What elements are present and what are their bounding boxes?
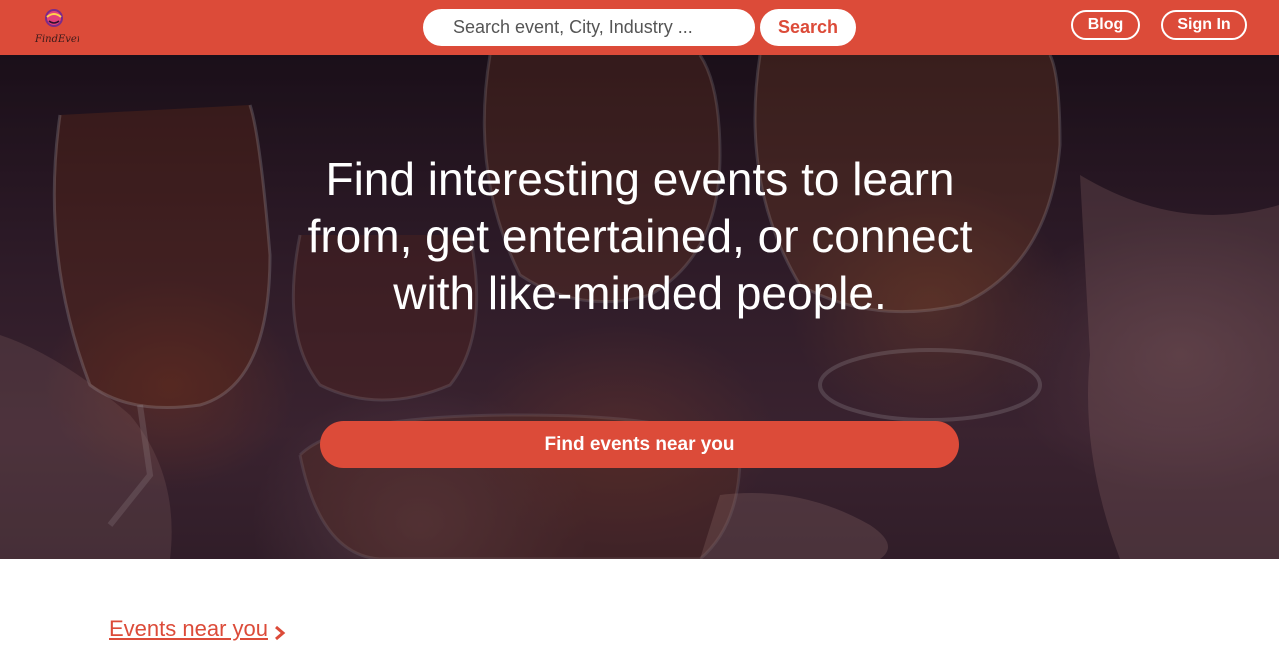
svg-text:FindEvent: FindEvent	[34, 34, 79, 45]
events-near-you-label: Events near you	[109, 616, 268, 641]
top-navigation-bar: FindEvent Search Blog Sign In	[0, 0, 1279, 55]
search-button[interactable]: Search	[760, 9, 856, 46]
sign-in-button[interactable]: Sign In	[1161, 10, 1247, 40]
events-near-you-link[interactable]: Events near you	[109, 616, 286, 642]
blog-link[interactable]: Blog	[1071, 10, 1140, 40]
hero-banner: Find interesting events to learn from, g…	[0, 55, 1279, 559]
chevron-right-icon	[274, 621, 286, 641]
hero-headline: Find interesting events to learn from, g…	[307, 153, 973, 319]
find-events-near-you-button[interactable]: Find events near you	[320, 421, 959, 468]
search-input[interactable]	[423, 9, 755, 46]
findevent-logo-icon[interactable]: FindEvent	[33, 5, 88, 47]
